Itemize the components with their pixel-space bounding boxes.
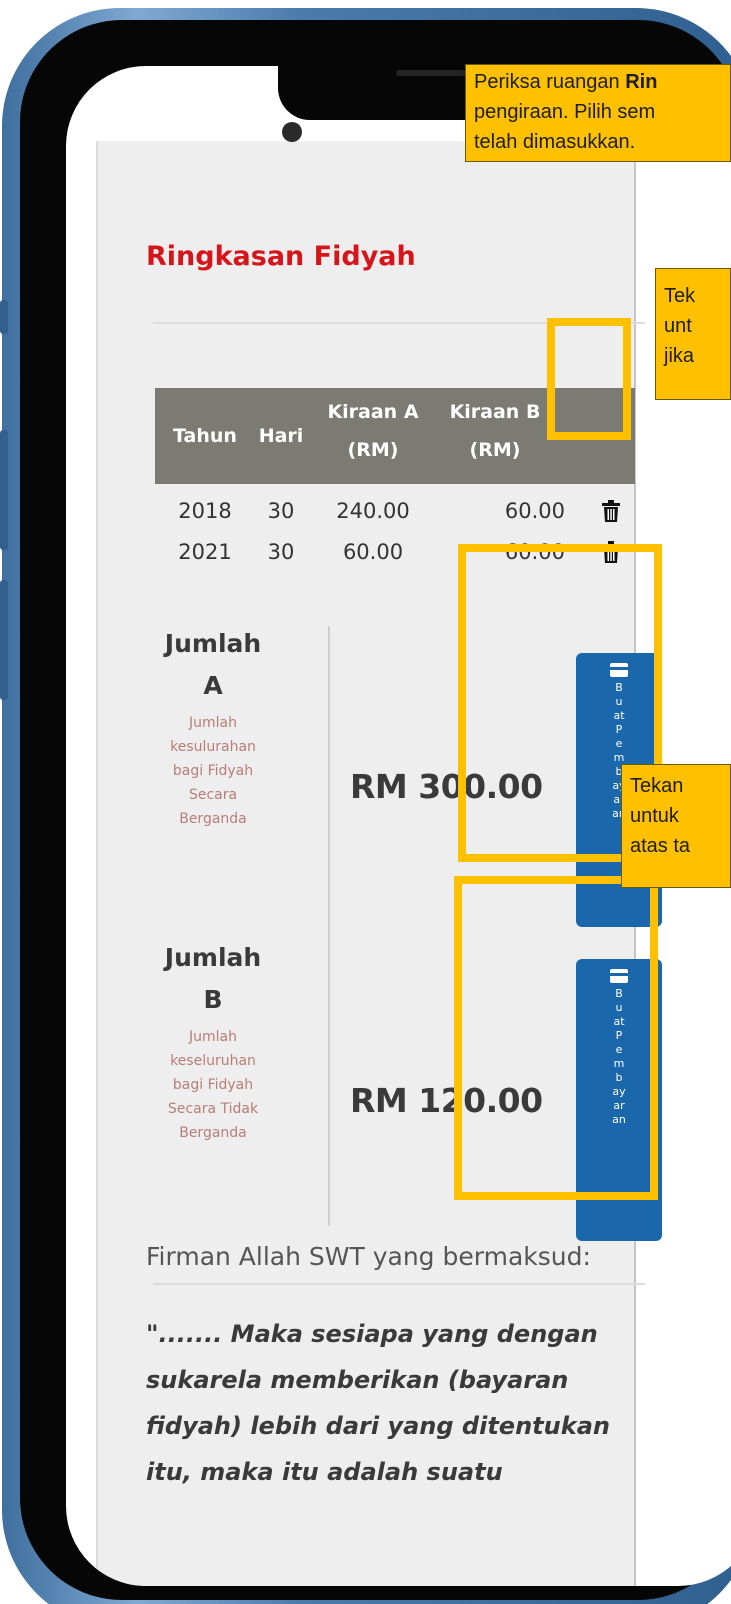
total-a-desc-2: kesulurahan (170, 739, 256, 755)
callout-payment-tip: Tekan untuk atas ta (621, 764, 731, 888)
callout-text: pengiraan. Pilih sem (474, 101, 656, 123)
callout-text: Tekan (630, 775, 684, 797)
quote-intro: Firman Allah SWT yang bermaksud: (146, 1242, 591, 1271)
quote-line: fidyah) lebih dari yang ditentukan (146, 1412, 610, 1440)
total-a-desc-3: bagi Fidyah (172, 763, 254, 779)
table-row: 2018 30 240.00 60.00 (155, 491, 715, 531)
cell-tahun: 2021 (178, 540, 232, 564)
quote-line: sukarela memberikan (bayaran (146, 1366, 569, 1394)
highlight-delete-icon (547, 318, 631, 440)
callout-text: Tek (664, 285, 696, 307)
column-header-kiraan-a-unit: (RM) (347, 439, 399, 461)
cell-hari: 30 (267, 540, 295, 564)
total-b-letter: B (203, 985, 223, 1014)
trash-icon[interactable] (602, 500, 620, 522)
total-b-desc-1: Jumlah (189, 1029, 237, 1045)
callout-text-bold: Rin (625, 71, 658, 93)
callout-text: unt (664, 315, 692, 337)
cell-kiraan-a: 60.00 (342, 540, 404, 564)
page-title: Ringkasan Fidyah (146, 241, 416, 272)
callout-text: jika (664, 345, 695, 367)
column-header-tahun: Tahun (173, 425, 237, 447)
total-a-label: Jumlah A Jumlah kesulurahan bagi Fidyah … (128, 623, 298, 831)
totals-divider (328, 626, 330, 1226)
total-b-desc-2: keseluruhan (170, 1053, 256, 1069)
highlight-pay-button-b (454, 876, 658, 1200)
total-a-desc-5: Berganda (179, 811, 247, 827)
cell-hari: 30 (267, 499, 295, 523)
callout-summary-tip: Periksa ruangan Rin pengiraan. Pilih sem… (465, 64, 731, 162)
callout-text: atas ta (630, 835, 691, 857)
callout-text: Periksa ruangan (474, 71, 626, 93)
total-a-desc-4: Secara (188, 787, 238, 803)
phone-volume-down (0, 580, 8, 700)
phone-volume-up (0, 430, 8, 550)
callout-text: telah dimasukkan. (474, 131, 636, 153)
total-a-letter: A (203, 671, 223, 700)
phone-silent-switch (0, 300, 8, 334)
callout-delete-tip: Tek unt jika (655, 268, 731, 400)
column-header-kiraan-b-unit: (RM) (469, 439, 521, 461)
total-b-desc-4: Secara Tidak (167, 1101, 259, 1117)
total-a-title: Jumlah (164, 629, 262, 658)
cell-tahun: 2018 (178, 499, 232, 523)
total-b-label: Jumlah B Jumlah keseluruhan bagi Fidyah … (128, 937, 298, 1145)
cell-kiraan-b: 60.00 (504, 499, 565, 523)
quote-line: "....... Maka sesiapa yang dengan (146, 1320, 598, 1348)
total-b-title: Jumlah (164, 943, 262, 972)
front-camera-icon (282, 122, 302, 142)
column-header-hari: Hari (258, 425, 304, 447)
column-header-kiraan-b: Kiraan B (449, 401, 541, 423)
total-b-desc-5: Berganda (179, 1125, 247, 1141)
callout-text: untuk (630, 805, 679, 827)
total-b-desc-3: bagi Fidyah (172, 1077, 254, 1093)
cell-kiraan-a: 240.00 (336, 499, 410, 523)
column-header-kiraan-a: Kiraan A (327, 401, 419, 423)
divider (153, 1283, 645, 1285)
total-a-desc-1: Jumlah (189, 715, 237, 731)
quote-line: itu, maka itu adalah suatu (146, 1458, 503, 1486)
